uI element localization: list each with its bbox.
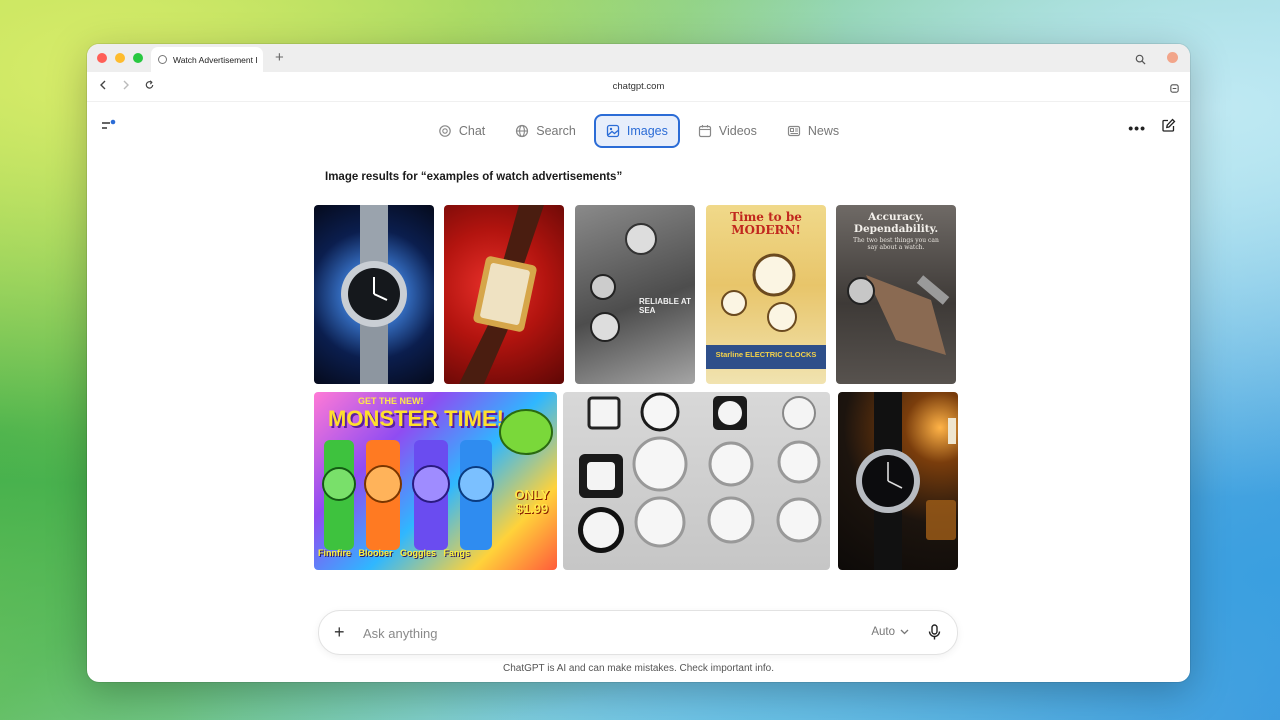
url-field[interactable]: chatgpt.com [87, 81, 1190, 92]
add-attachment-button[interactable]: + [334, 622, 345, 642]
globe-icon [516, 124, 529, 138]
image-caption: RELIABLE AT SEA [639, 297, 691, 315]
watch-ad-illustration [590, 223, 657, 342]
more-options-button[interactable]: ••• [1128, 120, 1146, 136]
wall-clocks-photo [578, 392, 822, 553]
disclaimer-text: ChatGPT is AI and can make mistakes. Che… [502, 663, 775, 674]
prompt-input[interactable] [363, 623, 803, 643]
search-icon[interactable] [1135, 52, 1146, 70]
mode-tabs: Chat Search Images Videos News [87, 114, 1190, 148]
image-result-5[interactable]: Accuracy. Dependability. The two best th… [836, 205, 956, 384]
close-window-button[interactable] [97, 53, 107, 63]
tab-chat-label: Chat [458, 124, 486, 138]
profile-avatar[interactable] [1167, 52, 1178, 63]
address-bar: chatgpt.com [87, 72, 1190, 102]
image-result-7[interactable] [563, 392, 830, 570]
tab-search[interactable]: Search [503, 114, 588, 148]
window-controls [97, 53, 143, 63]
tab-videos-label: Videos [718, 124, 757, 138]
tab-images[interactable]: Images [593, 114, 680, 148]
minimize-window-button[interactable] [115, 53, 125, 63]
price-badge: ONLY $1.99 [514, 487, 550, 516]
tab-images-label: Images [626, 124, 668, 138]
newspaper-icon [787, 125, 800, 137]
image-result-1[interactable] [314, 205, 434, 384]
image-icon [606, 124, 620, 138]
watch-photo [341, 205, 407, 384]
chevron-down-icon [900, 629, 909, 635]
new-chat-icon[interactable] [1161, 118, 1176, 138]
tab-chat[interactable]: Chat [426, 114, 497, 148]
toy-watches-illustration [322, 409, 553, 550]
watch-photo [856, 392, 956, 570]
tab-news[interactable]: News [775, 114, 851, 148]
watch-on-wrist-photo [847, 275, 950, 355]
tab-news-label: News [807, 124, 840, 138]
image-result-6[interactable]: GET THE NEW! MONSTER TIME! ONLY $1.99 Fi… [314, 392, 557, 570]
image-result-8[interactable] [838, 392, 958, 570]
model-selector[interactable]: Auto [871, 626, 909, 638]
image-result-4[interactable]: Time to be MODERN! Starline ELECTRIC CLO… [706, 205, 826, 384]
chat-composer: + Auto [318, 610, 958, 655]
tab-videos[interactable]: Videos [686, 114, 769, 148]
microphone-icon[interactable] [928, 624, 941, 646]
image-result-2[interactable] [444, 205, 564, 384]
zoom-window-button[interactable] [133, 53, 143, 63]
results-title: Image results for “examples of watch adv… [325, 171, 623, 183]
calendar-icon [698, 125, 711, 138]
app-header: Chat Search Images Videos News ••• [87, 102, 1190, 154]
browser-tab-active[interactable]: Watch Advertisement I [151, 47, 263, 72]
tab-search-label: Search [536, 124, 576, 138]
image-caption-secondary: Starline ELECTRIC CLOCKS [715, 350, 817, 359]
model-selector-label: Auto [871, 626, 895, 638]
image-result-3[interactable]: RELIABLE AT SEA [575, 205, 695, 384]
new-tab-button[interactable]: + [275, 49, 284, 66]
globe-icon [158, 55, 167, 64]
tab-title: Watch Advertisement I [173, 54, 258, 65]
browser-window: Watch Advertisement I + chatgpt.com Chat… [87, 44, 1190, 682]
watch-names: Finnfire Bloober Goggles Fangs [318, 548, 471, 558]
watch-photo [459, 205, 544, 384]
extension-icon[interactable] [1169, 81, 1180, 99]
tab-bar: Watch Advertisement I + [87, 44, 1190, 72]
chat-bubble-icon [439, 125, 451, 137]
